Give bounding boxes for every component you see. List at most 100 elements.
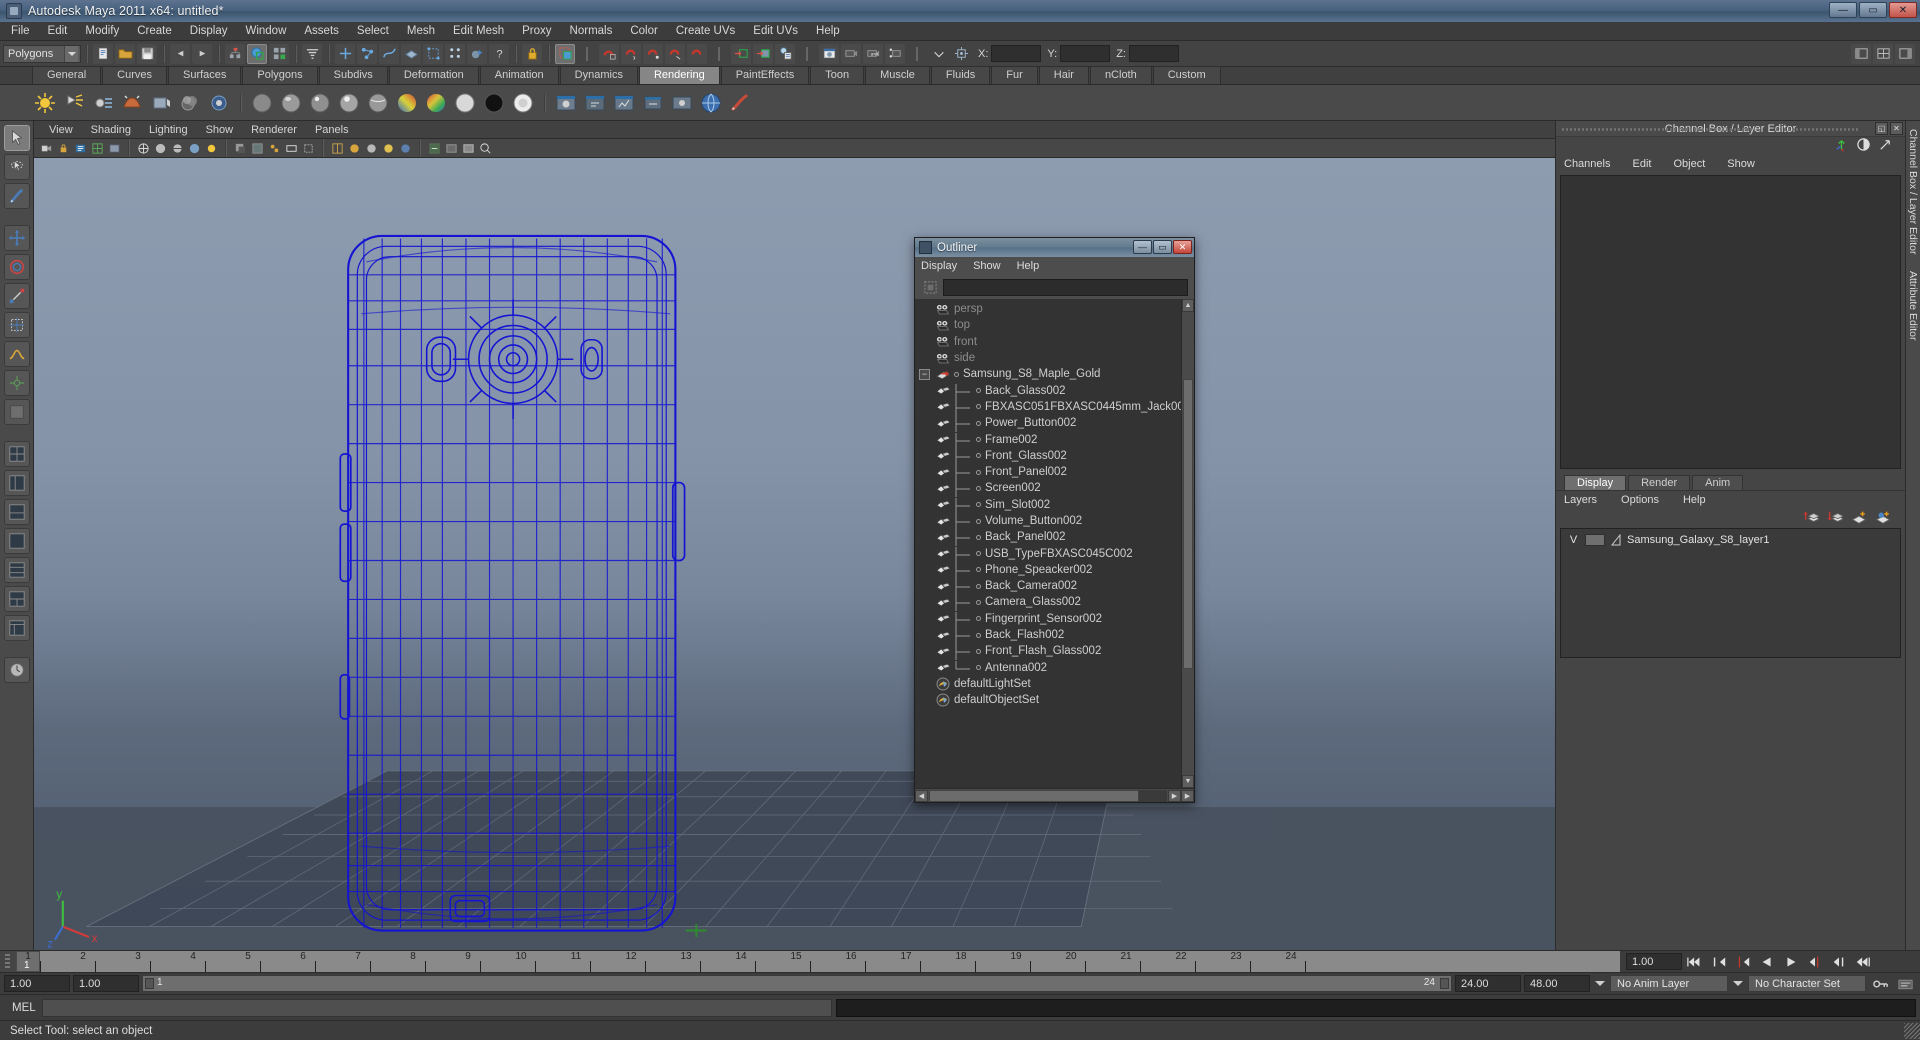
field-chart-icon[interactable] <box>329 140 345 156</box>
layered-shader-icon[interactable] <box>481 90 507 116</box>
outliner-item-front-panel002[interactable]: Front_Panel002 <box>915 464 1181 482</box>
undock-button[interactable]: ◱ <box>1875 122 1888 135</box>
range-start-field[interactable]: 1.00 <box>4 975 70 992</box>
construction-history-icon[interactable] <box>775 43 795 64</box>
outliner-item-front-flash-glass002[interactable]: Front_Flash_Glass002 <box>915 643 1181 661</box>
snap-point-icon[interactable] <box>621 43 641 64</box>
outliner-item-back-glass002[interactable]: Back_Glass002 <box>915 382 1181 400</box>
layer-name[interactable]: Samsung_Galaxy_S8_layer1 <box>1627 534 1769 546</box>
range-end-field[interactable]: 1.00 <box>73 975 139 992</box>
outliner-item-side[interactable]: side <box>915 350 1181 366</box>
outliner-tree[interactable]: persp top front side − Samsung_S8_Maple_… <box>915 299 1194 788</box>
outliner-item-frame002[interactable]: Frame002 <box>915 431 1181 449</box>
coord-z-field[interactable] <box>1128 45 1179 62</box>
smooth-shade-icon[interactable] <box>152 140 168 156</box>
character-set-select[interactable]: No Character Set <box>1748 975 1866 992</box>
expander-minus-icon[interactable]: − <box>919 368 930 380</box>
outliner-item-defaultlightset[interactable]: defaultLightSet <box>915 676 1181 692</box>
ambient-light-icon[interactable] <box>119 90 145 116</box>
outliner-item-screen002[interactable]: Screen002 <box>915 480 1181 498</box>
outliner-item-camera-glass002[interactable]: Camera_Glass002 <box>915 594 1181 612</box>
outliner-item-antenna002[interactable]: Antenna002 <box>915 660 1181 676</box>
scroll-right-page-icon[interactable]: ▶ <box>1181 789 1194 802</box>
go-to-end-icon[interactable] <box>1852 953 1874 971</box>
side-tab-channel-box[interactable]: Channel Box / Layer Editor <box>1907 121 1919 263</box>
chevron-down-icon[interactable] <box>1731 981 1745 986</box>
panel-grip[interactable] <box>1776 128 1859 131</box>
surface-shader-icon[interactable] <box>423 90 449 116</box>
select-by-object-icon[interactable] <box>247 43 267 64</box>
outliner-item-volume-button002[interactable]: Volume_Button002 <box>915 513 1181 530</box>
lambert-material-icon[interactable] <box>249 90 275 116</box>
outliner-item-persp[interactable]: persp <box>915 301 1181 317</box>
panel-close-button[interactable]: ✕ <box>1890 122 1903 135</box>
menu-create-uvs[interactable]: Create UVs <box>667 23 744 40</box>
spot-light-icon[interactable] <box>61 90 87 116</box>
four-view-layout-icon[interactable] <box>3 441 30 467</box>
area-light-icon[interactable] <box>148 90 174 116</box>
single-perspective-layout-icon[interactable] <box>3 528 30 554</box>
shelf-tab-hair[interactable]: Hair <box>1038 66 1089 84</box>
render-settings-icon[interactable]: IPR <box>863 43 883 64</box>
chevron-down-icon[interactable] <box>1593 981 1607 986</box>
outliner-maximize-button[interactable]: ▭ <box>1153 240 1172 254</box>
hilite-icon[interactable] <box>302 43 322 64</box>
outliner-item-samsung-s8-maple-gold[interactable]: − Samsung_S8_Maple_Gold <box>915 366 1181 382</box>
anisotropic-material-icon[interactable] <box>365 90 391 116</box>
select-lines-icon[interactable] <box>379 43 399 64</box>
universal-manipulator-icon[interactable] <box>3 312 30 338</box>
menuset-dropdown[interactable]: Polygons <box>3 44 81 63</box>
range-handle-right[interactable] <box>1440 978 1449 989</box>
time-slider-grip[interactable] <box>0 951 16 972</box>
outliner-item-defaultobjectset[interactable]: defaultObjectSet <box>915 692 1181 708</box>
select-misc-icon[interactable] <box>467 43 487 64</box>
isolate-select-icon[interactable] <box>426 140 442 156</box>
phonge-material-icon[interactable] <box>336 90 362 116</box>
wireframe-icon[interactable] <box>135 140 151 156</box>
show-hide-ui-icon[interactable] <box>1851 43 1871 64</box>
paint-select-tool-icon[interactable] <box>3 183 30 209</box>
lock-camera-icon[interactable] <box>55 140 71 156</box>
hscroll-track[interactable] <box>929 789 1167 802</box>
soft-modification-icon[interactable] <box>3 341 30 367</box>
mel-output-field[interactable] <box>836 998 1916 1017</box>
shelf-tab-ncloth[interactable]: nCloth <box>1089 66 1152 84</box>
select-points-icon[interactable] <box>357 43 377 64</box>
exposure-icon[interactable] <box>443 140 459 156</box>
hypershade-layout-icon[interactable] <box>3 586 30 612</box>
select-by-component-icon[interactable] <box>269 43 289 64</box>
viewport-menu-view[interactable]: View <box>40 123 82 137</box>
layer-row[interactable]: V Samsung_Galaxy_S8_layer1 <box>1561 532 1900 548</box>
menu-edit[interactable]: Edit <box>39 23 77 40</box>
workspace-icon[interactable] <box>1873 43 1893 64</box>
light-linking-icon[interactable] <box>206 90 232 116</box>
maximize-button[interactable]: ▭ <box>1859 2 1887 18</box>
point-light-icon[interactable] <box>32 90 58 116</box>
lock-icon[interactable] <box>522 43 542 64</box>
outliner-menu-show[interactable]: Show <box>973 260 1011 272</box>
outliner-item-top[interactable]: top <box>915 317 1181 333</box>
tab-render[interactable]: Render <box>1628 475 1691 490</box>
ipr-render-icon[interactable] <box>582 90 608 116</box>
anim-start-field[interactable]: 24.00 <box>1455 975 1521 992</box>
shelf-tab-painteffects[interactable]: PaintEffects <box>720 66 810 84</box>
menu-mesh[interactable]: Mesh <box>398 23 444 40</box>
redo-icon[interactable] <box>192 43 212 64</box>
use-background-icon[interactable] <box>452 90 478 116</box>
phong-material-icon[interactable] <box>307 90 333 116</box>
outliner-item-phone-speacker002[interactable]: Phone_Speacker002 <box>915 562 1181 579</box>
scroll-right-icon[interactable]: ▶ <box>1168 789 1181 802</box>
all-lights-icon[interactable] <box>397 140 413 156</box>
shelf-tab-dynamics[interactable]: Dynamics <box>559 66 638 84</box>
layer-menu-help[interactable]: Help <box>1683 494 1706 506</box>
select-uvs-icon[interactable] <box>423 43 443 64</box>
persp-outliner-layout-icon[interactable] <box>3 470 30 496</box>
safe-title-icon[interactable] <box>363 140 379 156</box>
outliner-item-usb-type-c002[interactable]: USB_TypeFBXASC045C002 <box>915 545 1181 563</box>
question-icon[interactable]: ? <box>489 43 509 64</box>
menu-color[interactable]: Color <box>621 23 666 40</box>
outliner-menu-help[interactable]: Help <box>1017 260 1050 272</box>
shelf-tab-subdivs[interactable]: Subdivs <box>318 66 388 84</box>
channel-box-icon[interactable] <box>1834 137 1849 155</box>
open-scene-icon[interactable] <box>115 43 135 64</box>
